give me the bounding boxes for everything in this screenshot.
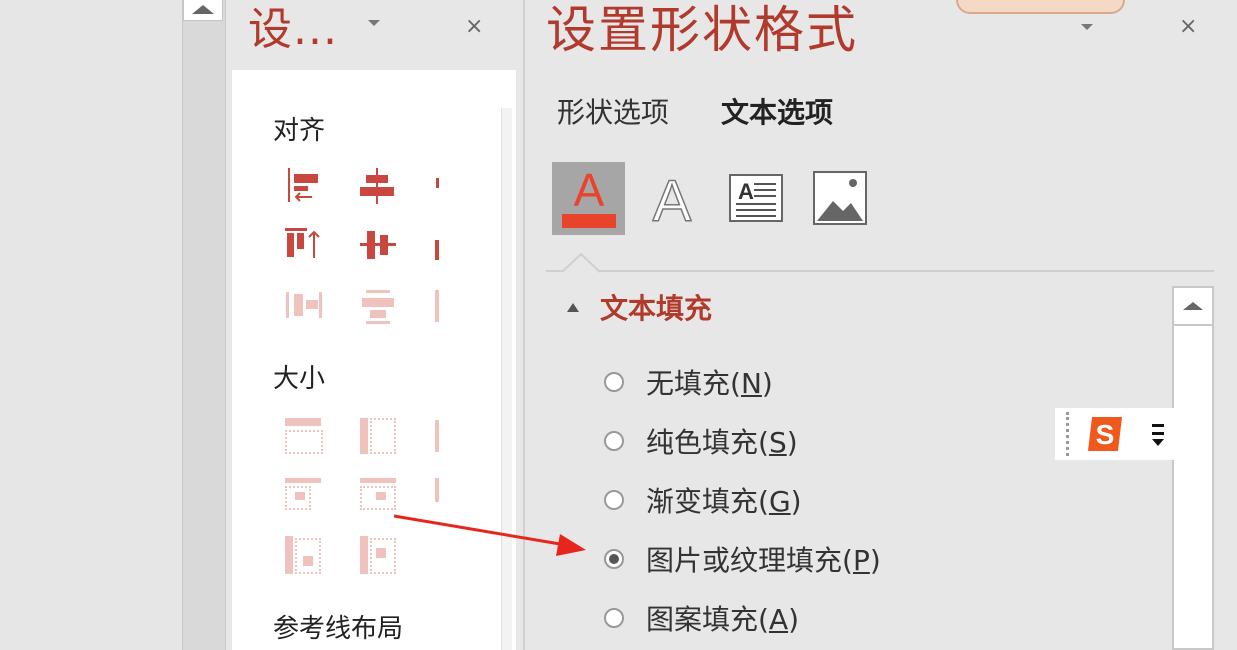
option-no-fill[interactable]: 无填充(N) [604, 362, 773, 402]
option-label-end: ) [761, 367, 773, 400]
option-label-end: ) [788, 603, 800, 636]
radio-pattern-fill[interactable] [604, 608, 624, 628]
pane-title: 设... [248, 4, 338, 55]
annotation-arrow-icon [393, 514, 586, 556]
accelerator-key: A [768, 603, 789, 636]
accelerator-key: S [768, 426, 787, 459]
size-icon-partial-2 [435, 478, 439, 502]
text-fill-outline-icon[interactable]: A [552, 162, 625, 235]
distribute-horizontal-icon [286, 290, 322, 320]
option-label-end: ) [790, 485, 802, 518]
align-top-icon[interactable] [285, 228, 321, 260]
accelerator-key: N [740, 367, 762, 400]
option-solid-fill[interactable]: 纯色填充(S) [604, 421, 798, 461]
ime-menu-icon[interactable] [1150, 420, 1166, 450]
svg-text:A: A [738, 179, 754, 204]
svg-text:S: S [1096, 419, 1115, 450]
floating-sticker [956, 0, 1125, 14]
accelerator-key: G [768, 485, 791, 518]
pane-scrollbar[interactable] [501, 108, 512, 650]
close-button[interactable]: × [465, 16, 483, 38]
active-tool-pointer [562, 252, 600, 273]
text-effects-icon[interactable]: A [636, 162, 708, 234]
ime-drag-handle[interactable] [1066, 412, 1069, 456]
option-pattern-fill[interactable]: 图案填充(A) [604, 598, 799, 638]
same-size-icon [285, 478, 321, 510]
resize-height-up-icon [285, 536, 321, 574]
section-text-fill[interactable]: 文本填充 [600, 292, 712, 326]
sogou-ime-icon[interactable]: S [1084, 413, 1128, 455]
tool-separator [546, 270, 1214, 272]
left-background [0, 0, 182, 650]
picture-icon[interactable] [804, 162, 876, 234]
align-bottom-icon-partial[interactable] [435, 240, 439, 260]
option-picture-texture-fill[interactable]: 图片或纹理填充(P) [604, 539, 881, 579]
align-left-icon[interactable] [288, 168, 320, 202]
svg-text:A: A [573, 166, 604, 216]
triangle-up-icon [192, 5, 214, 14]
option-label: 无填充( [646, 367, 741, 400]
align-right-icon-partial[interactable] [436, 178, 439, 188]
radio-gradient-fill[interactable] [604, 490, 624, 510]
format-pane-scrollbar[interactable] [1172, 286, 1214, 650]
radio-selected-dot [609, 554, 619, 564]
accelerator-key: P [852, 544, 870, 577]
left-scroll-up-button[interactable] [183, 0, 223, 21]
radio-no-fill[interactable] [604, 372, 624, 392]
option-label-end: ) [786, 426, 798, 459]
section-align-label: 对齐 [273, 116, 326, 146]
section-guides-label: 参考线布局 [273, 614, 404, 644]
collapse-triangle-icon[interactable] [567, 303, 579, 312]
option-label: 渐变填充( [646, 485, 769, 518]
resize-width-icon [360, 478, 396, 510]
align-center-icon[interactable] [360, 168, 394, 204]
option-gradient-fill[interactable]: 渐变填充(G) [604, 480, 802, 520]
distribute-icon-partial [435, 290, 439, 322]
chevron-down-icon[interactable] [368, 20, 380, 26]
radio-picture-texture-fill[interactable] [604, 549, 624, 569]
tab-text-options[interactable]: 文本选项 [721, 96, 833, 130]
section-size-label: 大小 [273, 364, 326, 394]
left-scrollbar[interactable] [182, 0, 226, 650]
triangle-up-icon [1183, 302, 1203, 310]
textbox-icon[interactable]: A [720, 162, 792, 234]
svg-text:A: A [653, 169, 692, 231]
size-icon-partial-1 [435, 420, 439, 452]
option-label: 纯色填充( [646, 426, 769, 459]
format-pane-title: 设置形状格式 [546, 1, 858, 59]
scroll-up-button[interactable] [1174, 288, 1212, 326]
same-width-icon [285, 418, 323, 454]
align-middle-icon[interactable] [360, 228, 396, 262]
same-height-icon [360, 418, 396, 454]
option-label: 图片或纹理填充( [646, 544, 853, 577]
close-button[interactable]: × [1179, 16, 1197, 38]
option-label-end: ) [869, 544, 881, 577]
chevron-down-icon[interactable] [1081, 24, 1093, 30]
radio-solid-fill[interactable] [604, 431, 624, 451]
option-label: 图案填充( [646, 603, 769, 636]
tab-shape-options[interactable]: 形状选项 [557, 96, 669, 130]
distribute-vertical-icon [362, 290, 394, 324]
